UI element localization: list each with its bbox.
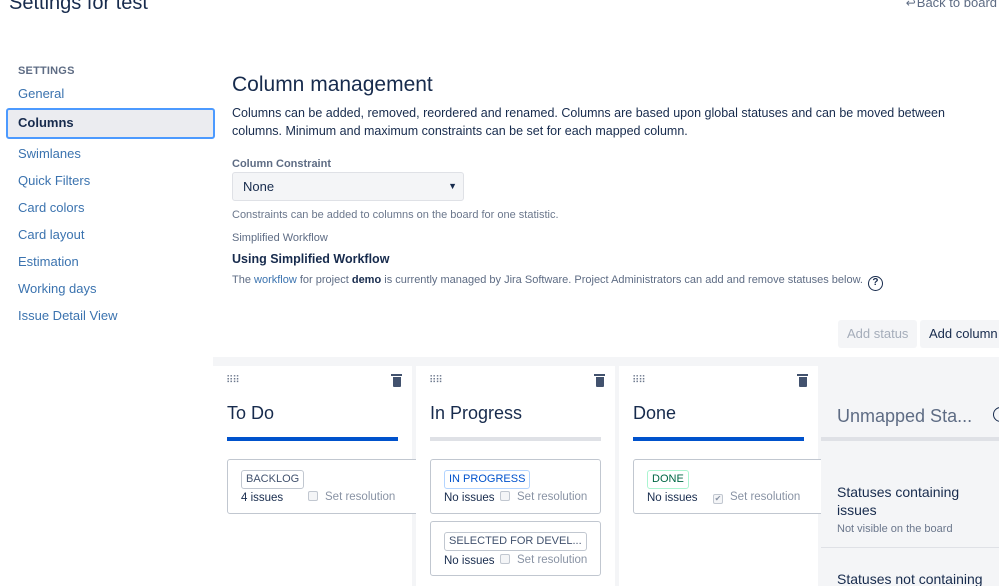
set-resolution-label: Set resolution xyxy=(325,491,396,503)
status-lozenge: DONE xyxy=(647,470,689,489)
workflow-desc-post: is currently managed by Jira Software. P… xyxy=(381,274,863,286)
unmapped-title: Unmapped Sta... xyxy=(837,406,973,426)
sidebar-item-columns[interactable]: Columns xyxy=(6,108,215,139)
statuses-containing-issues-sub: Not visible on the board xyxy=(837,523,953,535)
drag-handle-icon[interactable]: ⠿⠿ xyxy=(632,375,646,386)
column-constraint-select[interactable]: None ▼ xyxy=(232,172,464,201)
workflow-desc-pre: The xyxy=(232,274,255,286)
status-card[interactable]: IN PROGRESS No issues Set resolution xyxy=(430,459,601,514)
status-lozenge: SELECTED FOR DEVEL... xyxy=(444,532,587,551)
issue-count: No issues xyxy=(647,492,698,504)
set-resolution[interactable]: ✔ Set resolution xyxy=(713,491,800,504)
resolution-checkbox[interactable] xyxy=(308,491,318,501)
settings-sidebar: SETTINGS General Columns Swimlanes Quick… xyxy=(6,62,215,329)
column-management-panel: Column management Columns can be added, … xyxy=(232,71,999,291)
workflow-title: Using Simplified Workflow xyxy=(232,252,390,266)
constraint-label: Column Constraint xyxy=(232,158,331,170)
help-icon[interactable]: ? xyxy=(867,276,883,291)
column-underline xyxy=(821,437,999,441)
set-resolution-label: Set resolution xyxy=(730,491,801,503)
sidebar-item-card-layout[interactable]: Card layout xyxy=(6,221,215,248)
workflow-link[interactable]: workflow xyxy=(254,274,297,286)
sidebar-item-issue-detail-view[interactable]: Issue Detail View xyxy=(6,302,215,329)
workflow-label: Simplified Workflow xyxy=(232,232,328,244)
status-card[interactable]: BACKLOG 4 issues Set resolution xyxy=(227,459,426,514)
trash-icon[interactable] xyxy=(797,374,808,388)
trash-icon[interactable] xyxy=(391,374,402,388)
column-underline xyxy=(227,437,398,441)
column-name[interactable]: In Progress xyxy=(430,403,522,424)
workflow-description: The workflow for project demo is current… xyxy=(232,274,999,291)
issue-count: No issues xyxy=(444,555,495,567)
set-resolution[interactable]: Set resolution xyxy=(308,491,395,503)
sidebar-item-estimation[interactable]: Estimation xyxy=(6,248,215,275)
drag-handle-icon[interactable]: ⠿⠿ xyxy=(429,375,443,386)
issue-count: No issues xyxy=(444,492,495,504)
back-link-label: Back to board xyxy=(916,0,997,10)
back-to-board-link[interactable]: ↩Back to board xyxy=(906,0,997,10)
page-title: Settings for test xyxy=(9,0,148,14)
status-lozenge: BACKLOG xyxy=(241,470,305,489)
resolution-checkbox-checked[interactable]: ✔ xyxy=(713,494,723,504)
constraint-help: Constraints can be added to columns on t… xyxy=(232,209,559,221)
sidebar-item-working-days[interactable]: Working days xyxy=(6,275,215,302)
column-underline xyxy=(633,437,804,441)
resolution-checkbox[interactable] xyxy=(500,491,510,501)
column-name[interactable]: Done xyxy=(633,403,676,424)
status-card[interactable]: DONE No issues ✔ Set resolution xyxy=(633,459,832,514)
column-constraint-value: None xyxy=(243,179,275,194)
statuses-not-containing-heading: Statuses not containing xyxy=(837,571,983,586)
workflow-desc-mid: for project xyxy=(296,274,352,286)
sidebar-item-quick-filters[interactable]: Quick Filters xyxy=(6,167,215,194)
unmapped-statuses-column: Unmapped Sta... Statuses containing issu… xyxy=(821,366,999,586)
set-resolution[interactable]: Set resolution xyxy=(500,554,587,566)
statuses-containing-issues-heading: Statuses containing issues xyxy=(837,484,960,518)
status-card[interactable]: SELECTED FOR DEVEL... No issues Set reso… xyxy=(430,521,601,576)
sidebar-heading: SETTINGS xyxy=(18,65,75,77)
status-lozenge: IN PROGRESS xyxy=(444,470,531,489)
resolution-checkbox[interactable] xyxy=(500,554,510,564)
info-icon[interactable] xyxy=(993,407,999,422)
issue-count: 4 issues xyxy=(241,492,284,504)
set-resolution-label: Set resolution xyxy=(517,554,588,566)
add-status-button[interactable]: Add status xyxy=(838,320,918,348)
column-name[interactable]: To Do xyxy=(227,403,274,424)
section-heading: Column management xyxy=(232,73,433,96)
drag-handle-icon[interactable]: ⠿⠿ xyxy=(226,375,240,386)
divider xyxy=(821,547,999,548)
intro-text: Columns can be added, removed, reordered… xyxy=(232,106,945,138)
chevron-down-icon: ▼ xyxy=(448,181,457,191)
project-name: demo xyxy=(351,274,382,286)
set-resolution[interactable]: Set resolution xyxy=(500,491,587,503)
sidebar-item-swimlanes[interactable]: Swimlanes xyxy=(6,140,215,167)
sidebar-item-general[interactable]: General xyxy=(6,80,215,107)
back-arrow-icon: ↩ xyxy=(905,0,916,10)
set-resolution-label: Set resolution xyxy=(517,491,588,503)
add-column-button[interactable]: Add column xyxy=(920,320,999,348)
sidebar-item-card-colors[interactable]: Card colors xyxy=(6,194,215,221)
trash-icon[interactable] xyxy=(594,374,605,388)
column-underline xyxy=(430,437,601,441)
